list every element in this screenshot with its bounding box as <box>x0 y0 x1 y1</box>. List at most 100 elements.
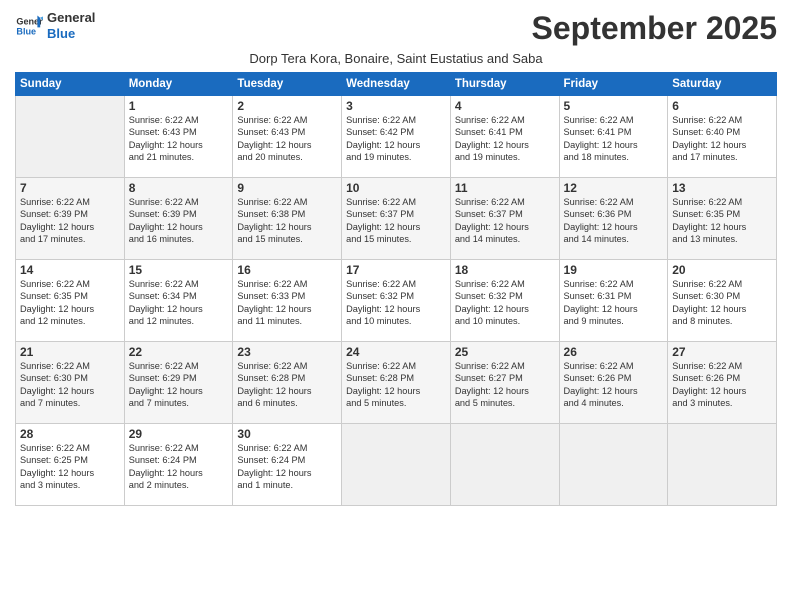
calendar-header: Sunday Monday Tuesday Wednesday Thursday… <box>16 73 777 96</box>
header-wednesday: Wednesday <box>342 73 451 96</box>
day-info: Sunrise: 6:22 AMSunset: 6:41 PMDaylight:… <box>455 114 555 164</box>
day-info: Sunrise: 6:22 AMSunset: 6:35 PMDaylight:… <box>672 196 772 246</box>
header-friday: Friday <box>559 73 668 96</box>
day-number: 28 <box>20 427 120 441</box>
day-info: Sunrise: 6:22 AMSunset: 6:28 PMDaylight:… <box>346 360 446 410</box>
table-row: 16Sunrise: 6:22 AMSunset: 6:33 PMDayligh… <box>233 260 342 342</box>
day-info: Sunrise: 6:22 AMSunset: 6:43 PMDaylight:… <box>237 114 337 164</box>
day-number: 21 <box>20 345 120 359</box>
calendar-table: Sunday Monday Tuesday Wednesday Thursday… <box>15 72 777 506</box>
day-info: Sunrise: 6:22 AMSunset: 6:37 PMDaylight:… <box>346 196 446 246</box>
day-number: 10 <box>346 181 446 195</box>
day-info: Sunrise: 6:22 AMSunset: 6:35 PMDaylight:… <box>20 278 120 328</box>
day-number: 18 <box>455 263 555 277</box>
day-info: Sunrise: 6:22 AMSunset: 6:33 PMDaylight:… <box>237 278 337 328</box>
table-row: 5Sunrise: 6:22 AMSunset: 6:41 PMDaylight… <box>559 96 668 178</box>
table-row: 10Sunrise: 6:22 AMSunset: 6:37 PMDayligh… <box>342 178 451 260</box>
day-info: Sunrise: 6:22 AMSunset: 6:26 PMDaylight:… <box>564 360 664 410</box>
table-row: 2Sunrise: 6:22 AMSunset: 6:43 PMDaylight… <box>233 96 342 178</box>
table-row <box>559 424 668 506</box>
table-row <box>16 96 125 178</box>
day-number: 9 <box>237 181 337 195</box>
svg-text:Blue: Blue <box>16 26 36 36</box>
table-row: 20Sunrise: 6:22 AMSunset: 6:30 PMDayligh… <box>668 260 777 342</box>
table-row: 28Sunrise: 6:22 AMSunset: 6:25 PMDayligh… <box>16 424 125 506</box>
day-info: Sunrise: 6:22 AMSunset: 6:34 PMDaylight:… <box>129 278 229 328</box>
day-info: Sunrise: 6:22 AMSunset: 6:36 PMDaylight:… <box>564 196 664 246</box>
day-number: 12 <box>564 181 664 195</box>
day-number: 6 <box>672 99 772 113</box>
logo: General Blue General Blue <box>15 10 95 41</box>
day-number: 2 <box>237 99 337 113</box>
day-number: 19 <box>564 263 664 277</box>
header-thursday: Thursday <box>450 73 559 96</box>
table-row: 18Sunrise: 6:22 AMSunset: 6:32 PMDayligh… <box>450 260 559 342</box>
day-info: Sunrise: 6:22 AMSunset: 6:30 PMDaylight:… <box>672 278 772 328</box>
table-row: 12Sunrise: 6:22 AMSunset: 6:36 PMDayligh… <box>559 178 668 260</box>
day-number: 20 <box>672 263 772 277</box>
table-row: 29Sunrise: 6:22 AMSunset: 6:24 PMDayligh… <box>124 424 233 506</box>
day-number: 1 <box>129 99 229 113</box>
table-row: 19Sunrise: 6:22 AMSunset: 6:31 PMDayligh… <box>559 260 668 342</box>
table-row: 17Sunrise: 6:22 AMSunset: 6:32 PMDayligh… <box>342 260 451 342</box>
header-sunday: Sunday <box>16 73 125 96</box>
day-number: 15 <box>129 263 229 277</box>
day-info: Sunrise: 6:22 AMSunset: 6:26 PMDaylight:… <box>672 360 772 410</box>
table-row: 24Sunrise: 6:22 AMSunset: 6:28 PMDayligh… <box>342 342 451 424</box>
day-number: 17 <box>346 263 446 277</box>
table-row: 11Sunrise: 6:22 AMSunset: 6:37 PMDayligh… <box>450 178 559 260</box>
day-info: Sunrise: 6:22 AMSunset: 6:43 PMDaylight:… <box>129 114 229 164</box>
table-row: 21Sunrise: 6:22 AMSunset: 6:30 PMDayligh… <box>16 342 125 424</box>
day-info: Sunrise: 6:22 AMSunset: 6:38 PMDaylight:… <box>237 196 337 246</box>
day-info: Sunrise: 6:22 AMSunset: 6:28 PMDaylight:… <box>237 360 337 410</box>
month-title: September 2025 <box>532 10 777 47</box>
table-row: 1Sunrise: 6:22 AMSunset: 6:43 PMDaylight… <box>124 96 233 178</box>
day-number: 22 <box>129 345 229 359</box>
day-number: 13 <box>672 181 772 195</box>
day-info: Sunrise: 6:22 AMSunset: 6:32 PMDaylight:… <box>346 278 446 328</box>
day-info: Sunrise: 6:22 AMSunset: 6:30 PMDaylight:… <box>20 360 120 410</box>
table-row: 3Sunrise: 6:22 AMSunset: 6:42 PMDaylight… <box>342 96 451 178</box>
page: General Blue General Blue September 2025… <box>0 0 792 612</box>
logo-icon: General Blue <box>15 12 43 40</box>
table-row: 7Sunrise: 6:22 AMSunset: 6:39 PMDaylight… <box>16 178 125 260</box>
table-row: 30Sunrise: 6:22 AMSunset: 6:24 PMDayligh… <box>233 424 342 506</box>
day-number: 25 <box>455 345 555 359</box>
day-info: Sunrise: 6:22 AMSunset: 6:29 PMDaylight:… <box>129 360 229 410</box>
day-info: Sunrise: 6:22 AMSunset: 6:31 PMDaylight:… <box>564 278 664 328</box>
day-number: 11 <box>455 181 555 195</box>
header: General Blue General Blue September 2025 <box>15 10 777 47</box>
table-row: 13Sunrise: 6:22 AMSunset: 6:35 PMDayligh… <box>668 178 777 260</box>
table-row <box>668 424 777 506</box>
table-row: 22Sunrise: 6:22 AMSunset: 6:29 PMDayligh… <box>124 342 233 424</box>
day-info: Sunrise: 6:22 AMSunset: 6:24 PMDaylight:… <box>237 442 337 492</box>
table-row: 6Sunrise: 6:22 AMSunset: 6:40 PMDaylight… <box>668 96 777 178</box>
day-number: 26 <box>564 345 664 359</box>
table-row: 8Sunrise: 6:22 AMSunset: 6:39 PMDaylight… <box>124 178 233 260</box>
day-number: 5 <box>564 99 664 113</box>
day-number: 8 <box>129 181 229 195</box>
logo-line1: General <box>47 10 95 26</box>
logo-line2: Blue <box>47 26 95 42</box>
table-row <box>450 424 559 506</box>
day-number: 27 <box>672 345 772 359</box>
day-number: 16 <box>237 263 337 277</box>
day-number: 24 <box>346 345 446 359</box>
day-number: 7 <box>20 181 120 195</box>
day-number: 14 <box>20 263 120 277</box>
day-info: Sunrise: 6:22 AMSunset: 6:25 PMDaylight:… <box>20 442 120 492</box>
day-number: 3 <box>346 99 446 113</box>
table-row: 15Sunrise: 6:22 AMSunset: 6:34 PMDayligh… <box>124 260 233 342</box>
day-number: 29 <box>129 427 229 441</box>
title-block: September 2025 <box>532 10 777 47</box>
day-info: Sunrise: 6:22 AMSunset: 6:32 PMDaylight:… <box>455 278 555 328</box>
day-number: 4 <box>455 99 555 113</box>
table-row: 26Sunrise: 6:22 AMSunset: 6:26 PMDayligh… <box>559 342 668 424</box>
day-info: Sunrise: 6:22 AMSunset: 6:40 PMDaylight:… <box>672 114 772 164</box>
day-info: Sunrise: 6:22 AMSunset: 6:39 PMDaylight:… <box>129 196 229 246</box>
day-info: Sunrise: 6:22 AMSunset: 6:41 PMDaylight:… <box>564 114 664 164</box>
table-row: 9Sunrise: 6:22 AMSunset: 6:38 PMDaylight… <box>233 178 342 260</box>
table-row: 27Sunrise: 6:22 AMSunset: 6:26 PMDayligh… <box>668 342 777 424</box>
day-info: Sunrise: 6:22 AMSunset: 6:24 PMDaylight:… <box>129 442 229 492</box>
calendar-body: 1Sunrise: 6:22 AMSunset: 6:43 PMDaylight… <box>16 96 777 506</box>
